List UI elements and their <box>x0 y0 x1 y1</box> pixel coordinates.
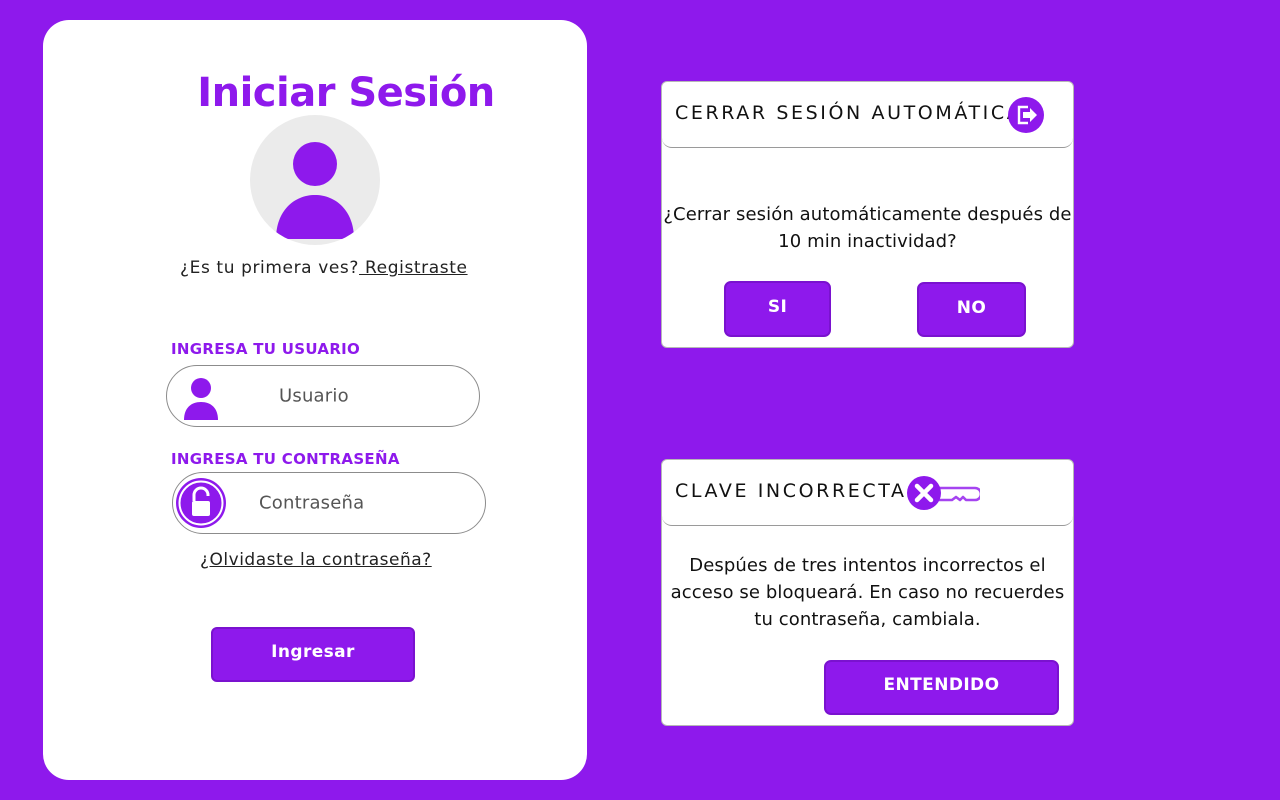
password-placeholder: Contraseña <box>259 492 365 514</box>
signup-prompt: ¿Es tu primera ves? Registraste <box>180 258 468 278</box>
register-link[interactable]: Registraste <box>359 258 468 278</box>
logout-icon <box>1008 97 1044 133</box>
understood-button[interactable]: ENTENDIDO <box>824 660 1059 715</box>
dialog-message: ¿Cerrar sesión automáticamente después d… <box>663 204 1072 252</box>
password-input[interactable]: Contraseña <box>172 472 486 534</box>
dialog-header: CLAVE INCORRECTA <box>662 460 1073 526</box>
username-input[interactable]: Usuario <box>166 365 480 427</box>
forgot-password-link[interactable]: ¿Olvidaste la contraseña? <box>200 550 432 570</box>
password-label: INGRESA TU CONTRASEÑA <box>171 450 400 468</box>
user-avatar-icon <box>276 142 354 239</box>
wrong-password-dialog: CLAVE INCORRECTA Despúes de tres intento… <box>661 459 1074 726</box>
avatar <box>250 115 380 245</box>
username-placeholder: Usuario <box>279 385 349 407</box>
auto-logout-dialog: CERRAR SESIÓN AUTOMÁTICA ¿Cerrar sesión … <box>661 81 1074 348</box>
login-button[interactable]: Ingresar <box>211 627 415 682</box>
yes-button[interactable]: SI <box>724 281 831 337</box>
dialog-title: CLAVE INCORRECTA <box>675 480 907 502</box>
dialog-title: CERRAR SESIÓN AUTOMÁTICA <box>675 102 1023 124</box>
dialog-message: Despúes de tres intentos incorrectos el … <box>670 555 1065 630</box>
user-icon <box>184 378 218 420</box>
signup-prompt-text: ¿Es tu primera ves? <box>180 258 360 278</box>
no-button[interactable]: NO <box>917 282 1026 337</box>
page-title: Iniciar Sesión <box>197 70 495 116</box>
wrong-key-icon <box>907 476 980 510</box>
username-label: INGRESA TU USUARIO <box>171 340 361 358</box>
dialog-header: CERRAR SESIÓN AUTOMÁTICA <box>662 82 1073 148</box>
login-card: Iniciar Sesión ¿Es tu primera ves? Regis… <box>43 20 587 780</box>
lock-icon <box>176 478 226 528</box>
